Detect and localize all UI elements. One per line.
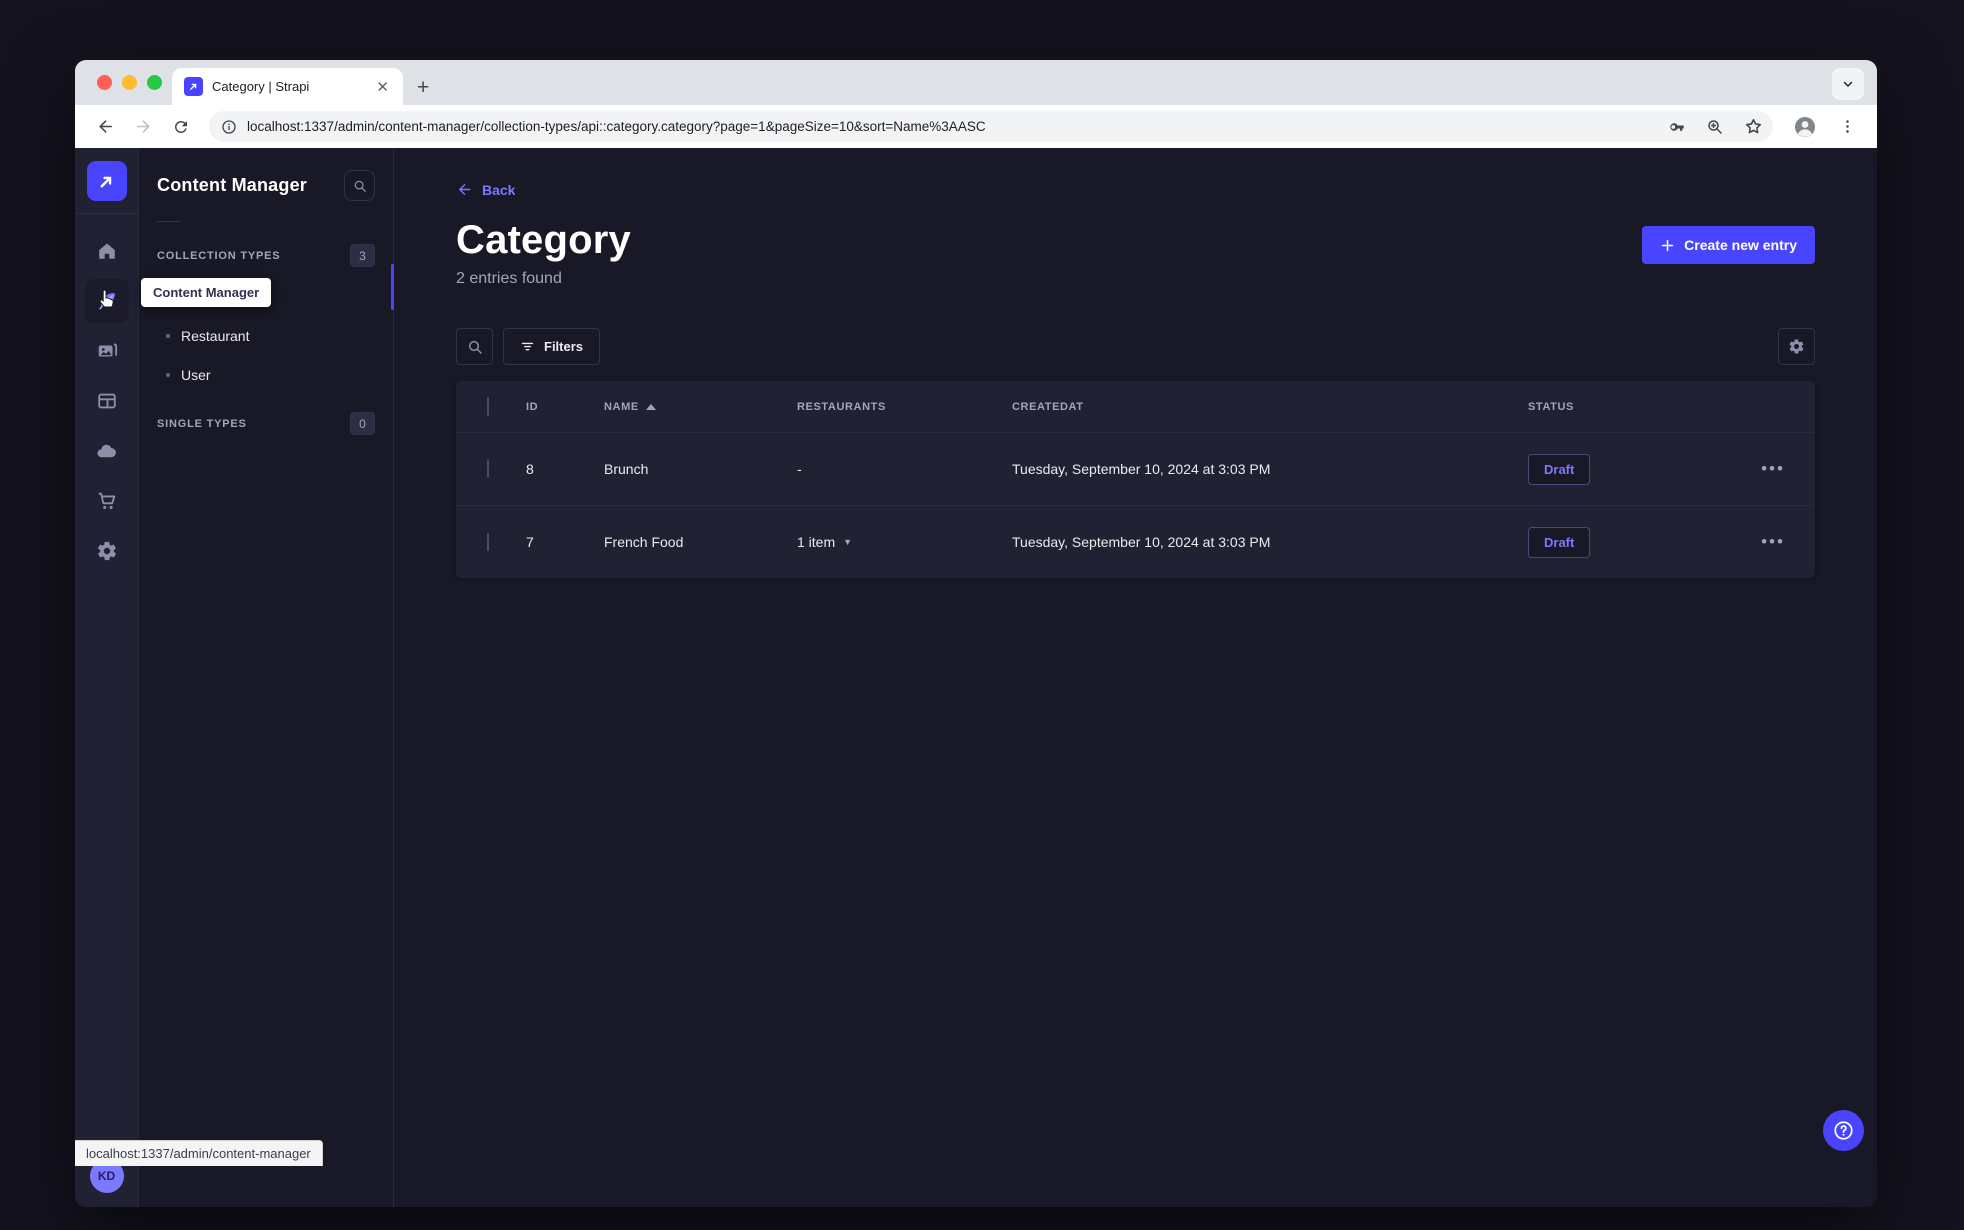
zoom-page-icon[interactable] [1701, 113, 1729, 141]
row-checkbox[interactable] [487, 533, 489, 551]
cell-restaurants-dropdown[interactable]: 1 item ▼ [797, 534, 1012, 550]
strapi-favicon-icon [184, 77, 203, 96]
sidebar-item-user[interactable]: User [157, 355, 375, 394]
cell-name: Brunch [604, 461, 649, 477]
table-row[interactable]: 8 Brunch - Tuesday, September 10, 2024 a… [456, 432, 1815, 505]
collection-types-label: COLLECTION TYPES [157, 249, 281, 262]
table-header-row: ID NAME RESTAURANTS CREATEDAT STATUS [456, 381, 1815, 432]
gear-icon [1789, 339, 1804, 354]
profile-avatar-icon[interactable] [1789, 111, 1821, 143]
help-button[interactable] [1823, 1110, 1864, 1151]
status-badge: Draft [1528, 453, 1591, 485]
header-status: STATUS [1528, 400, 1574, 413]
table-row[interactable]: 7 French Food 1 item ▼ Tuesday, Septembe… [456, 505, 1815, 578]
link-status-bar: localhost:1337/admin/content-manager [75, 1140, 323, 1166]
search-icon [468, 340, 482, 354]
cloud-icon[interactable] [85, 429, 129, 473]
arrow-left-icon [458, 183, 471, 196]
collection-types-count-badge: 3 [350, 244, 375, 267]
header-createdat[interactable]: CREATEDAT [1012, 401, 1528, 413]
view-settings-button[interactable] [1778, 328, 1815, 365]
sort-ascending-icon [645, 403, 656, 410]
main-content: Back Category 2 entries found Create new… [394, 148, 1877, 1207]
home-icon[interactable] [85, 229, 129, 273]
entries-table: ID NAME RESTAURANTS CREATEDAT STATUS 8 B… [456, 381, 1815, 578]
content-type-builder-icon[interactable] [85, 379, 129, 423]
hand-cursor [99, 289, 114, 308]
back-link[interactable]: Back [456, 181, 515, 198]
settings-gear-icon[interactable] [85, 529, 129, 573]
plus-icon [1661, 239, 1674, 251]
tab-strip: Category | Strapi ✕ + [75, 60, 1877, 105]
browser-menu-icon[interactable] [1831, 111, 1863, 143]
cell-restaurants: - [797, 461, 802, 477]
sidebar-item-label: User [181, 366, 211, 383]
sidebar-item-label: Restaurant [181, 327, 250, 344]
forward-navigation-icon[interactable] [127, 111, 159, 143]
content-manager-tooltip: Content Manager [141, 278, 272, 307]
filters-label: Filters [544, 339, 584, 354]
maximize-window-button[interactable] [147, 75, 162, 90]
row-checkbox[interactable] [487, 460, 489, 478]
tab-close-icon[interactable]: ✕ [374, 78, 391, 96]
caret-down-icon: ▼ [843, 537, 853, 547]
tab-title: Category | Strapi [212, 79, 310, 94]
header-name[interactable]: NAME [604, 401, 797, 413]
panel-title: Content Manager [157, 175, 308, 195]
cell-createdat: Tuesday, September 10, 2024 at 3:03 PM [1012, 534, 1271, 550]
cell-createdat: Tuesday, September 10, 2024 at 3:03 PM [1012, 461, 1271, 477]
select-all-checkbox[interactable] [487, 396, 489, 416]
url-bar[interactable]: localhost:1337/admin/content-manager/col… [209, 111, 1773, 142]
cell-id: 8 [526, 461, 534, 477]
filter-icon [521, 342, 534, 351]
header-restaurants: RESTAURANTS [797, 400, 886, 413]
search-button[interactable] [456, 328, 493, 365]
cell-name: French Food [604, 534, 684, 550]
browser-window: Category | Strapi ✕ + localhost:1337/adm… [75, 60, 1877, 1207]
close-window-button[interactable] [97, 75, 112, 90]
entries-count: 2 entries found [456, 270, 562, 287]
reload-icon[interactable] [165, 111, 197, 143]
bullet-icon [166, 333, 170, 338]
bullet-icon [166, 372, 170, 377]
create-button-label: Create new entry [1684, 237, 1797, 253]
traffic-lights [97, 60, 162, 105]
page-title: Category [456, 218, 631, 262]
header-id[interactable]: ID [526, 401, 604, 413]
url-text: localhost:1337/admin/content-manager/col… [247, 119, 986, 134]
cell-id: 7 [526, 534, 534, 550]
media-library-icon[interactable] [85, 329, 129, 373]
site-info-icon[interactable] [221, 119, 237, 135]
strapi-admin: KD Content Manager COLLECTION TYPES 3 Ca… [75, 148, 1877, 1207]
strapi-logo-icon[interactable] [86, 161, 127, 201]
row-actions-menu[interactable]: ••• [1731, 459, 1815, 479]
panel-search-button[interactable] [344, 170, 375, 201]
minimize-window-button[interactable] [122, 75, 137, 90]
tab-search-chevron-icon[interactable] [1832, 68, 1864, 100]
back-navigation-icon[interactable] [89, 111, 121, 143]
question-mark-icon [1834, 1121, 1853, 1140]
status-badge: Draft [1528, 526, 1591, 558]
bookmark-star-icon[interactable] [1739, 113, 1767, 141]
filters-button[interactable]: Filters [503, 328, 601, 365]
browser-toolbar: localhost:1337/admin/content-manager/col… [75, 105, 1877, 148]
new-tab-button[interactable]: + [417, 77, 429, 98]
browser-tab[interactable]: Category | Strapi ✕ [172, 68, 403, 105]
row-actions-menu[interactable]: ••• [1731, 532, 1815, 552]
marketplace-cart-icon[interactable] [85, 479, 129, 523]
sidebar-item-restaurant[interactable]: Restaurant [157, 316, 375, 355]
single-types-count-badge: 0 [350, 412, 375, 435]
create-new-entry-button[interactable]: Create new entry [1642, 226, 1815, 264]
passwords-key-icon[interactable] [1663, 113, 1691, 141]
divider [157, 221, 181, 222]
back-label: Back [482, 181, 516, 198]
single-types-label: SINGLE TYPES [157, 417, 247, 430]
